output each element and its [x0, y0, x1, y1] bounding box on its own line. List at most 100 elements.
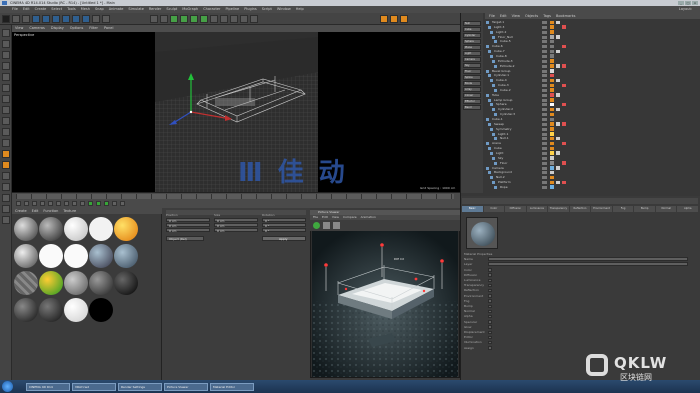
material-tag-icon[interactable]: [562, 102, 566, 107]
material-tag-icon[interactable]: [550, 170, 554, 175]
coordinate-field-z[interactable]: 0 cm: [214, 228, 258, 233]
coordinate-mode-select[interactable]: Object (Rel): [166, 236, 204, 241]
menu-item-pipeline[interactable]: Pipeline: [225, 6, 239, 13]
save-icon[interactable]: [333, 222, 340, 229]
visibility-dots[interactable]: [542, 132, 547, 136]
coordinate-field-x[interactable]: 0 cm: [166, 218, 210, 223]
tool-icon[interactable]: [2, 29, 10, 37]
menu-item-select[interactable]: Select: [51, 6, 62, 13]
material-menu-edit[interactable]: Edit: [32, 208, 39, 214]
material-tag-icon[interactable]: [550, 132, 554, 136]
attribute-input[interactable]: [488, 257, 688, 262]
toolbar-button-icon[interactable]: [72, 15, 80, 23]
material-tag-icon[interactable]: [556, 64, 560, 68]
material-tag-icon[interactable]: [550, 136, 554, 141]
layer-button[interactable]: Spline: [463, 75, 481, 80]
attribute-checkbox[interactable]: [488, 283, 492, 288]
coordinate-field-y[interactable]: 0 cm: [214, 223, 258, 228]
apply-button[interactable]: Apply: [262, 236, 306, 241]
layer-button[interactable]: Light: [463, 51, 481, 56]
toolbar-button-icon[interactable]: [150, 15, 158, 23]
toolbar-button-icon[interactable]: [62, 15, 70, 23]
playback-button-icon[interactable]: [48, 201, 53, 206]
playback-button-icon[interactable]: [64, 201, 69, 206]
playback-button-icon[interactable]: [32, 201, 37, 206]
visibility-dots[interactable]: [542, 108, 547, 112]
material-tag-icon[interactable]: [550, 151, 554, 155]
coordinate-field-z[interactable]: 0 cm: [166, 228, 210, 233]
menu-item-edit[interactable]: Edit: [23, 6, 30, 13]
material-tag-icon[interactable]: [550, 117, 554, 121]
tool-icon[interactable]: [2, 51, 10, 59]
layer-button[interactable]: Boole: [463, 81, 481, 86]
material-tag-icon[interactable]: [556, 122, 560, 126]
layer-button[interactable]: Null: [463, 21, 481, 26]
material-swatch[interactable]: [64, 298, 88, 322]
material-tag-icon[interactable]: [550, 93, 554, 97]
menu-item-simulate[interactable]: Simulate: [128, 6, 143, 13]
toolbar-button-icon[interactable]: [170, 15, 178, 23]
toolbar-button-icon[interactable]: [200, 15, 208, 23]
material-tag-icon[interactable]: [550, 78, 554, 83]
material-tag-icon[interactable]: [550, 107, 554, 112]
visibility-dots[interactable]: [542, 171, 547, 175]
material-swatch[interactable]: [39, 298, 63, 322]
timeline-ruler[interactable]: [16, 194, 454, 199]
layout-label[interactable]: Layout:: [679, 6, 692, 13]
material-tag-icon[interactable]: [556, 107, 560, 112]
material-tag-icon[interactable]: [550, 127, 554, 131]
attribute-tab-alpha[interactable]: Alpha: [677, 206, 699, 212]
minimize-button[interactable]: _: [678, 1, 684, 5]
coordinate-field-y[interactable]: 0 °: [262, 223, 306, 228]
material-tag-icon[interactable]: [550, 185, 554, 189]
attribute-checkbox[interactable]: [488, 325, 492, 329]
menu-item-script[interactable]: Script: [262, 6, 272, 13]
playback-button-icon[interactable]: [56, 201, 61, 206]
layer-button[interactable]: Array: [463, 87, 481, 92]
material-tag-icon[interactable]: [550, 112, 554, 117]
menu-item-mesh[interactable]: Mesh: [81, 6, 90, 13]
material-tag-icon[interactable]: [550, 44, 554, 49]
layer-button[interactable]: Sphere: [463, 39, 481, 44]
object-menu-view[interactable]: View: [512, 13, 520, 19]
material-tag-icon[interactable]: [556, 151, 560, 155]
tool-icon[interactable]: [2, 150, 10, 158]
layer-button[interactable]: Plane: [463, 45, 481, 50]
menu-item-window[interactable]: Window: [277, 6, 291, 13]
material-tag-icon[interactable]: [556, 136, 560, 141]
toolbar-button-icon[interactable]: [210, 15, 218, 23]
menu-item-render[interactable]: Render: [149, 6, 161, 13]
viewport-menu-filter[interactable]: Filter: [89, 25, 98, 32]
menu-item-character[interactable]: Character: [203, 6, 220, 13]
attribute-tab-bump[interactable]: Bump: [634, 206, 655, 212]
toolbar-button-icon[interactable]: [400, 15, 408, 23]
attribute-input[interactable]: [488, 262, 688, 267]
material-tag-icon[interactable]: [556, 93, 560, 97]
visibility-dots[interactable]: [542, 166, 547, 170]
menu-item-snap[interactable]: Snap: [95, 6, 104, 13]
material-tag-icon[interactable]: [556, 35, 560, 39]
attribute-checkbox[interactable]: [488, 320, 492, 324]
menu-item-create[interactable]: Create: [35, 6, 47, 13]
attribute-checkbox[interactable]: [488, 299, 492, 303]
toolbar-button-icon[interactable]: [102, 15, 110, 23]
visibility-dots[interactable]: [542, 50, 547, 54]
viewport-menu-view[interactable]: View: [15, 25, 23, 32]
visibility-dots[interactable]: [542, 93, 547, 97]
playback-button-icon[interactable]: [72, 201, 77, 206]
toolbar-button-icon[interactable]: [190, 15, 198, 23]
tool-icon[interactable]: [2, 128, 10, 136]
playback-button-icon[interactable]: [120, 201, 125, 206]
toolbar-button-icon[interactable]: [42, 15, 50, 23]
material-tag-icon[interactable]: [550, 25, 554, 29]
visibility-dots[interactable]: [542, 35, 547, 39]
object-menu-tags[interactable]: Tags: [543, 13, 551, 19]
material-tag-icon[interactable]: [562, 141, 566, 146]
material-tag-icon[interactable]: [550, 156, 554, 160]
layer-button[interactable]: Effector: [463, 99, 481, 104]
viewport-menu-options[interactable]: Options: [70, 25, 84, 32]
material-tag-icon[interactable]: [550, 49, 554, 54]
visibility-dots[interactable]: [542, 79, 547, 83]
start-button[interactable]: [2, 381, 13, 392]
toolbar-button-icon[interactable]: [32, 15, 40, 23]
